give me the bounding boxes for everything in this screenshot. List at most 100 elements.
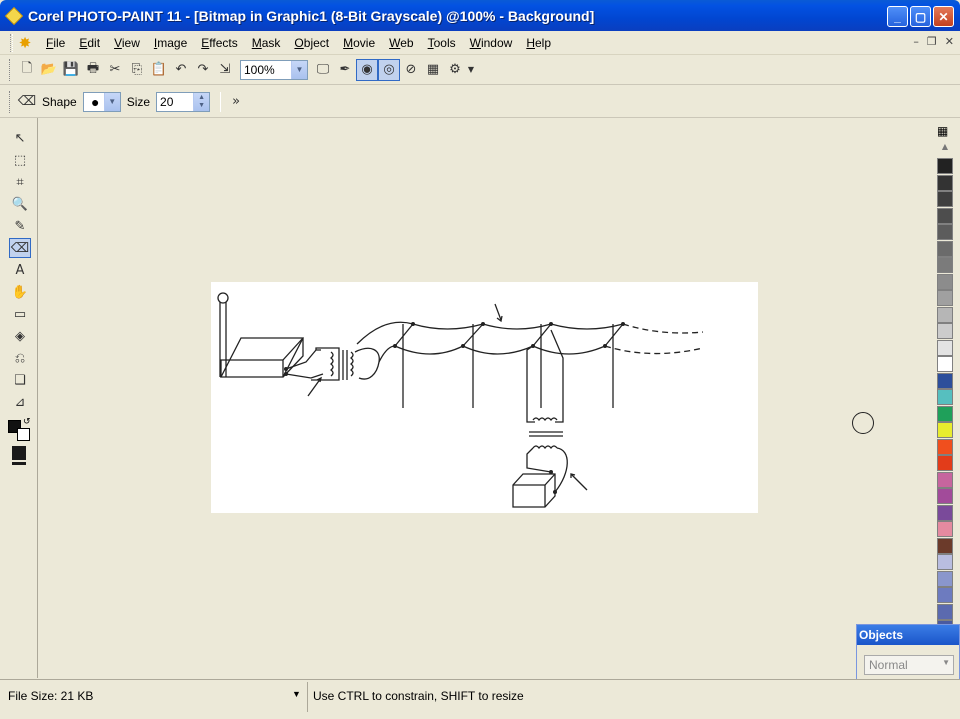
doc-close-icon[interactable]: ✕: [945, 35, 954, 48]
redo-icon[interactable]: ↷: [192, 59, 214, 81]
palette-swatch[interactable]: [937, 257, 953, 273]
palette-swatch[interactable]: [937, 488, 953, 504]
menu-file[interactable]: File: [39, 36, 72, 50]
property-bar: ⌫ Shape ● ▼ Size 20 ▲ ▼ »: [0, 86, 960, 118]
copy-icon[interactable]: ⎘: [126, 59, 148, 81]
palette-swatch[interactable]: [937, 158, 953, 174]
object-marquee-icon[interactable]: ⊘: [400, 59, 422, 81]
palette-swatch[interactable]: [937, 521, 953, 537]
chevron-down-icon[interactable]: ▼: [942, 658, 950, 667]
eyedropper-icon[interactable]: ✎: [9, 216, 31, 236]
image-sprayer-icon[interactable]: ⊿: [9, 392, 31, 412]
palette-swatch[interactable]: [937, 389, 953, 405]
palette-swatch[interactable]: [937, 306, 953, 323]
toolbar-grip: [9, 90, 12, 113]
palette-swatch[interactable]: [937, 356, 953, 372]
palette-swatch[interactable]: [937, 504, 953, 521]
palette-swatch[interactable]: [937, 240, 953, 257]
blend-mode-value: Normal: [869, 658, 908, 672]
palette-menu-icon[interactable]: ▦: [937, 124, 948, 138]
doc-minimize-icon[interactable]: –: [913, 35, 919, 48]
menu-object[interactable]: Object: [287, 36, 336, 50]
application-launcher-icon[interactable]: ⚙: [444, 59, 466, 81]
menu-mask[interactable]: Mask: [245, 36, 288, 50]
menu-view[interactable]: View: [107, 36, 147, 50]
blend-mode-combo[interactable]: Normal ▼: [864, 655, 954, 675]
palette-swatch[interactable]: [937, 174, 953, 191]
palette-swatch[interactable]: [937, 273, 953, 290]
zoom-icon[interactable]: 🔍: [9, 194, 31, 214]
menu-tools[interactable]: Tools: [421, 36, 463, 50]
maximize-button[interactable]: ▢: [910, 6, 931, 27]
menu-help[interactable]: Help: [519, 36, 558, 50]
undo-icon[interactable]: ↶: [170, 59, 192, 81]
palette-scroll-up-icon[interactable]: ▲: [937, 142, 953, 156]
mask-tool-icon[interactable]: ✒: [334, 59, 356, 81]
palette-swatch[interactable]: [937, 372, 953, 389]
more-options-icon[interactable]: »: [225, 91, 247, 113]
palette-swatch[interactable]: [937, 207, 953, 224]
lock-transparency-icon[interactable]: ▦: [422, 59, 444, 81]
menu-grip: [10, 33, 13, 52]
crop-icon[interactable]: ⌗: [9, 172, 31, 192]
mask-rectangle-icon[interactable]: ⬚: [9, 150, 31, 170]
print-icon[interactable]: 🖶: [82, 59, 104, 81]
object-drop-shadow-icon[interactable]: ❑: [9, 370, 31, 390]
palette-swatch[interactable]: [937, 537, 953, 554]
swap-colors-icon[interactable]: ↺: [23, 417, 31, 427]
chevron-down-icon[interactable]: ▼: [103, 92, 120, 111]
minimize-button[interactable]: _: [887, 6, 908, 27]
palette-swatch[interactable]: [937, 455, 953, 471]
palette-swatch[interactable]: [937, 438, 953, 455]
status-dropdown-icon[interactable]: ▼: [292, 689, 301, 699]
menu-edit[interactable]: Edit: [72, 36, 107, 50]
menu-web[interactable]: Web: [382, 36, 420, 50]
palette-swatch[interactable]: [937, 290, 953, 306]
eraser-icon[interactable]: ⌫: [9, 238, 31, 258]
mask-overlay-icon[interactable]: ◉: [356, 58, 378, 81]
new-icon[interactable]: 🗋: [16, 59, 38, 81]
menu-movie[interactable]: Movie: [336, 36, 382, 50]
palette-swatch[interactable]: [937, 191, 953, 207]
launcher-dropdown-icon[interactable]: ▼: [466, 59, 476, 81]
menu-window[interactable]: Window: [463, 36, 520, 50]
palette-swatch[interactable]: [937, 339, 953, 356]
full-screen-preview-icon[interactable]: 🖵: [312, 59, 334, 81]
palette-swatch[interactable]: [937, 554, 953, 570]
save-icon[interactable]: 💾: [60, 59, 82, 81]
cut-icon[interactable]: ✂: [104, 59, 126, 81]
close-button[interactable]: ✕: [933, 6, 954, 27]
zoom-combo[interactable]: 100% ▼: [240, 59, 308, 80]
background-color-swatch[interactable]: [17, 428, 30, 441]
paste-icon[interactable]: 📋: [148, 59, 170, 81]
doc-restore-icon[interactable]: ❐: [927, 35, 937, 48]
paper-color-swatch[interactable]: [12, 446, 26, 460]
image-canvas[interactable]: [211, 282, 758, 513]
palette-swatch[interactable]: [937, 587, 953, 603]
rectangle-shape-icon[interactable]: ▭: [9, 304, 31, 324]
clone-icon[interactable]: ⎌: [9, 348, 31, 368]
spinner-arrows-icon[interactable]: ▲ ▼: [193, 92, 210, 111]
standard-toolbar: 🗋 📂 💾 🖶 ✂ ⎘ 📋 ↶ ↷ ⇲ 100% ▼ 🖵 ✒ ◉ ◎ ⊘ ▦ ⚙…: [0, 55, 960, 85]
chevron-down-icon[interactable]: ▼: [291, 60, 307, 79]
shape-label: Shape: [42, 94, 77, 109]
palette-swatch[interactable]: [937, 224, 953, 240]
shape-combo[interactable]: ● ▼: [82, 91, 121, 112]
marquee-visible-icon[interactable]: ◎: [378, 58, 400, 81]
menu-image[interactable]: Image: [147, 36, 194, 50]
effect-tool-icon[interactable]: ✋: [9, 282, 31, 302]
pick-tool-icon[interactable]: ↖: [9, 128, 31, 148]
size-spinner[interactable]: 20 ▲ ▼: [156, 91, 211, 112]
palette-swatch[interactable]: [937, 471, 953, 488]
palette-swatch[interactable]: [937, 323, 953, 339]
document-icon[interactable]: ✸: [17, 35, 33, 51]
text-icon[interactable]: A: [9, 260, 31, 280]
fill-icon[interactable]: ◈: [9, 326, 31, 346]
palette-swatch[interactable]: [937, 603, 953, 620]
palette-swatch[interactable]: [937, 422, 953, 438]
open-icon[interactable]: 📂: [38, 59, 60, 81]
palette-swatch[interactable]: [937, 570, 953, 587]
import-icon[interactable]: ⇲: [214, 59, 236, 81]
menu-effects[interactable]: Effects: [194, 36, 244, 50]
palette-swatch[interactable]: [937, 405, 953, 422]
